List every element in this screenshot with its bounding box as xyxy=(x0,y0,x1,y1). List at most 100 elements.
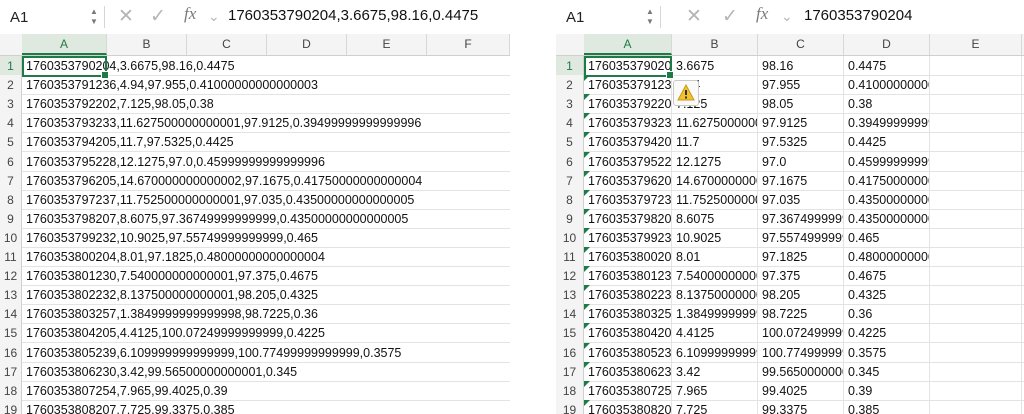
cell-d12[interactable] xyxy=(267,266,347,286)
cell-f14[interactable] xyxy=(427,304,510,324)
cell-e7[interactable] xyxy=(347,171,427,191)
cell-e10[interactable] xyxy=(347,228,427,248)
row-header[interactable]: 13 xyxy=(0,285,22,306)
cell-b2[interactable] xyxy=(107,75,187,95)
cell-e8[interactable] xyxy=(930,189,1022,210)
cell-e17[interactable] xyxy=(347,362,427,382)
row-header[interactable]: 5 xyxy=(556,132,584,153)
cell-c16[interactable] xyxy=(187,343,267,363)
cell-d2[interactable] xyxy=(267,75,347,95)
cell-d10[interactable] xyxy=(267,228,347,248)
cell-d8[interactable]: 0.43500000000000005 xyxy=(844,189,930,210)
cell-b7[interactable] xyxy=(107,171,187,191)
cell-a19[interactable]: 1760353808207 xyxy=(584,399,672,414)
row-header[interactable]: 4 xyxy=(0,113,22,134)
cell-b12[interactable] xyxy=(107,266,187,286)
cell-a5[interactable]: 1760353794205 xyxy=(584,132,672,153)
cell-f11[interactable] xyxy=(427,247,510,267)
cell-c9[interactable] xyxy=(187,209,267,229)
cell-b17[interactable] xyxy=(107,362,187,382)
select-all-corner[interactable] xyxy=(556,34,585,55)
column-header-a[interactable]: A xyxy=(584,34,672,55)
cell-e3[interactable] xyxy=(930,94,1022,115)
row-header[interactable]: 9 xyxy=(0,208,22,229)
cell-c9[interactable]: 97.36749999999999 xyxy=(758,208,844,229)
cell-a17[interactable]: 1760353806230 xyxy=(584,361,672,382)
cell-e16[interactable] xyxy=(930,342,1022,363)
cell-a18[interactable]: 1760353807254 xyxy=(584,380,672,401)
cell-b7[interactable]: 14.670000000000002 xyxy=(672,170,758,191)
cell-d3[interactable] xyxy=(267,94,347,114)
cell-d7[interactable] xyxy=(267,171,347,191)
cell-c11[interactable]: 97.1825 xyxy=(758,247,844,267)
cell-e18[interactable] xyxy=(347,381,427,401)
cell-f13[interactable] xyxy=(427,285,510,305)
cell-e13[interactable] xyxy=(930,285,1022,306)
cell-f18[interactable] xyxy=(427,381,510,401)
cell-f9[interactable] xyxy=(427,209,510,229)
row-header[interactable]: 17 xyxy=(0,361,22,382)
cell-b11[interactable]: 8.01 xyxy=(672,247,758,267)
cell-e17[interactable] xyxy=(930,361,1022,382)
cell-d19[interactable]: 0.385 xyxy=(844,399,930,414)
cell-e4[interactable] xyxy=(930,113,1022,134)
close-icon[interactable]: ✕ xyxy=(118,5,134,28)
cell-f1[interactable] xyxy=(427,56,510,76)
cell-f8[interactable] xyxy=(427,190,510,210)
column-header-e[interactable]: E xyxy=(930,34,1022,55)
cell-c18[interactable] xyxy=(187,381,267,401)
fx-icon[interactable]: fx xyxy=(756,4,768,24)
row-header[interactable]: 13 xyxy=(556,285,584,306)
cell-c19[interactable]: 99.3375 xyxy=(758,399,844,414)
row-header[interactable]: 2 xyxy=(0,75,22,96)
cell-c6[interactable] xyxy=(187,152,267,172)
cell-f15[interactable] xyxy=(427,323,510,343)
cell-b9[interactable]: 8.6075 xyxy=(672,208,758,229)
cell-e3[interactable] xyxy=(347,94,427,114)
row-header[interactable]: 2 xyxy=(556,75,584,96)
row-header[interactable]: 16 xyxy=(556,342,584,363)
cell-e16[interactable] xyxy=(347,343,427,363)
cell-d10[interactable]: 0.465 xyxy=(844,227,930,248)
row-header[interactable]: 19 xyxy=(0,399,22,414)
cell-e11[interactable] xyxy=(930,247,1022,267)
cell-e1[interactable] xyxy=(347,56,427,76)
name-box[interactable]: A1 ▲ ▼ xyxy=(0,3,100,31)
cell-c15[interactable] xyxy=(187,323,267,343)
row-header[interactable]: 11 xyxy=(0,247,22,267)
row-header[interactable]: 7 xyxy=(0,170,22,191)
row-header[interactable]: 10 xyxy=(0,227,22,248)
cell-a15[interactable]: 1760353804205 xyxy=(584,323,672,344)
cell-d9[interactable]: 0.43500000000000005 xyxy=(844,208,930,229)
cell-d9[interactable] xyxy=(267,209,347,229)
cell-a16[interactable]: 1760353805239 xyxy=(584,342,672,363)
cell-c3[interactable] xyxy=(187,94,267,114)
cell-d11[interactable]: 0.48000000000000004 xyxy=(844,247,930,267)
cell-b3[interactable] xyxy=(107,94,187,114)
cell-c19[interactable] xyxy=(187,400,267,414)
check-icon[interactable]: ✓ xyxy=(722,5,738,28)
cell-a2[interactable]: 1760353791236 xyxy=(584,75,672,96)
row-header[interactable]: 1 xyxy=(0,56,22,76)
cell-d16[interactable]: 0.3575 xyxy=(844,342,930,363)
cell-b12[interactable]: 7.540000000000001 xyxy=(672,266,758,287)
cell-f6[interactable] xyxy=(427,152,510,172)
cell-d19[interactable] xyxy=(267,400,347,414)
column-header-d[interactable]: D xyxy=(844,34,930,55)
row-header[interactable]: 3 xyxy=(0,94,22,115)
cell-c17[interactable] xyxy=(187,362,267,382)
cell-d15[interactable]: 0.4225 xyxy=(844,323,930,344)
select-all-corner[interactable] xyxy=(0,34,23,55)
cell-b1[interactable] xyxy=(107,56,187,76)
cell-f5[interactable] xyxy=(427,132,510,152)
row-header[interactable]: 18 xyxy=(0,380,22,401)
cell-c4[interactable]: 97.9125 xyxy=(758,113,844,134)
cell-e15[interactable] xyxy=(347,323,427,343)
cell-a1[interactable]: 1760353790204 xyxy=(584,56,672,76)
cell-c5[interactable] xyxy=(187,132,267,152)
cell-c11[interactable] xyxy=(187,247,267,267)
cell-c10[interactable] xyxy=(187,228,267,248)
cell-b15[interactable]: 4.4125 xyxy=(672,323,758,344)
name-box-stepper-icon[interactable]: ▲ ▼ xyxy=(644,7,656,29)
row-header[interactable]: 15 xyxy=(556,323,584,344)
